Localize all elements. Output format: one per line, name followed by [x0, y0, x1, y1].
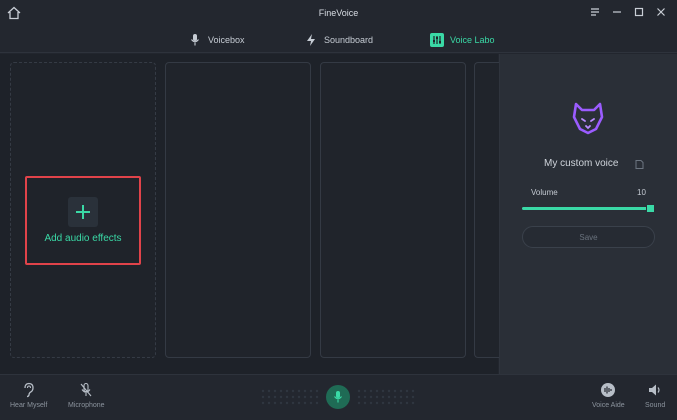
- menu-icon[interactable]: [587, 4, 603, 20]
- bottom-bar: Hear Myself Microphone Voice Aide Sound: [0, 374, 677, 420]
- window-controls: [587, 4, 669, 20]
- right-level-meter: [357, 389, 415, 405]
- lightning-icon: [304, 33, 318, 47]
- title-bar: FineVoice: [0, 0, 677, 26]
- maximize-icon[interactable]: [631, 4, 647, 20]
- voice-settings-panel: My custom voice Volume 10 Save: [499, 54, 677, 374]
- volume-value: 10: [637, 188, 646, 197]
- ear-icon: [21, 382, 37, 398]
- microphone-label: Microphone: [68, 402, 105, 409]
- save-button[interactable]: Save: [522, 226, 655, 248]
- voice-aide-label: Voice Aide: [592, 402, 625, 409]
- volume-label: Volume: [531, 188, 558, 197]
- volume-slider-thumb[interactable]: [646, 204, 655, 213]
- sound-button[interactable]: Sound: [645, 382, 665, 409]
- app-title: FineVoice: [318, 8, 359, 18]
- tab-voicebox[interactable]: Voicebox: [188, 31, 245, 48]
- effect-slot-3: [320, 62, 466, 358]
- add-audio-effects-button[interactable]: Add audio effects: [25, 176, 141, 265]
- hear-myself-label: Hear Myself: [10, 402, 48, 409]
- hear-myself-button[interactable]: Hear Myself: [10, 382, 47, 409]
- microphone-muted-icon: [78, 382, 94, 398]
- fox-mascot-icon: [571, 101, 605, 135]
- voice-aide-button[interactable]: Voice Aide: [592, 382, 625, 409]
- microphone-icon: [188, 33, 202, 47]
- tab-voicebox-label: Voicebox: [208, 34, 245, 45]
- speaker-icon: [647, 382, 663, 398]
- voice-name: My custom voice: [544, 158, 619, 169]
- effects-workspace: Add audio effects: [0, 54, 504, 374]
- tab-voice-labo[interactable]: Voice Labo: [430, 31, 495, 48]
- effect-slot-2: [165, 62, 311, 358]
- tab-soundboard-label: Soundboard: [324, 34, 374, 45]
- volume-slider[interactable]: [522, 204, 655, 213]
- microphone-toggle-button[interactable]: Microphone: [68, 382, 105, 409]
- tab-bar: Voicebox Soundboard Voice Labo: [0, 26, 677, 53]
- plus-icon: [68, 197, 98, 227]
- sound-label: Sound: [645, 402, 666, 409]
- left-level-meter: [261, 389, 319, 405]
- edit-icon[interactable]: [634, 157, 645, 169]
- tab-voice-labo-label: Voice Labo: [450, 34, 495, 45]
- microphone-icon: [334, 391, 342, 403]
- tab-soundboard[interactable]: Soundboard: [304, 31, 373, 48]
- add-audio-effects-label: Add audio effects: [44, 233, 122, 244]
- sliders-icon: [430, 32, 444, 47]
- waveform-icon: [600, 382, 616, 398]
- volume-slider-fill: [522, 207, 650, 210]
- close-icon[interactable]: [653, 4, 669, 20]
- minimize-icon[interactable]: [609, 4, 625, 20]
- main-microphone-button[interactable]: [326, 385, 350, 409]
